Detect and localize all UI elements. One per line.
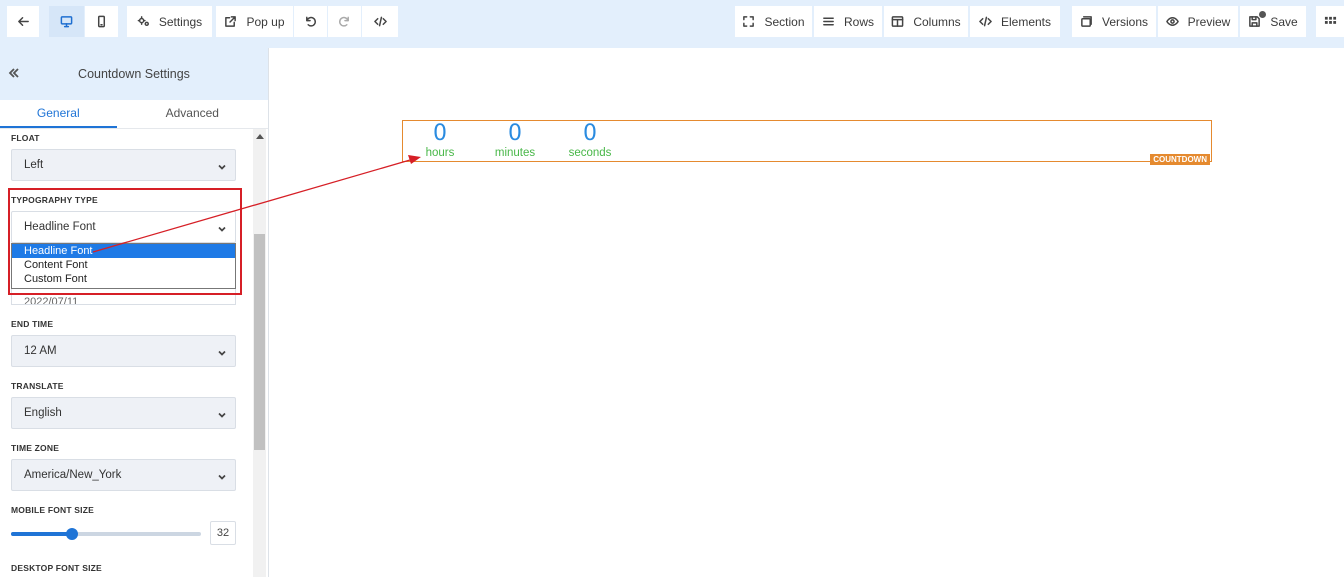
double-chevron-left-icon — [8, 68, 19, 78]
scroll-up-arrow-icon[interactable] — [256, 134, 264, 139]
annotation-highlight-box — [8, 188, 242, 295]
panel-scrollbar[interactable] — [253, 129, 266, 577]
editor-canvas: 0 hours 0 minutes 0 seconds COUNTDOWN — [269, 48, 1344, 577]
collapse-panel-button[interactable] — [7, 66, 21, 80]
mobile-font-size-slider[interactable] — [11, 528, 201, 540]
hours-label: hours — [425, 147, 455, 159]
desktop-icon — [60, 16, 73, 28]
translate-value: English — [24, 407, 62, 419]
seconds-label: seconds — [568, 147, 612, 159]
end-date-value: 2022/07/11 — [24, 296, 79, 305]
panel-header: Countdown Settings — [0, 48, 268, 100]
scrollbar-thumb[interactable] — [254, 234, 265, 450]
popup-label: Pop up — [246, 14, 285, 29]
time-zone-label: TIME ZONE — [11, 443, 60, 453]
float-label: FLOAT — [11, 133, 40, 143]
mobile-font-size-input[interactable]: 32 — [210, 521, 236, 545]
settings-panel: Countdown Settings General Advanced FLOA… — [0, 48, 269, 577]
top-toolbar: Settings Pop up Section Rows Columns Ele… — [0, 0, 1344, 48]
back-button[interactable] — [7, 6, 39, 37]
slider-handle[interactable] — [65, 528, 78, 540]
end-time-value: 12 AM — [24, 345, 57, 357]
undo-icon — [306, 16, 316, 27]
mobile-font-size-label: MOBILE FONT SIZE — [11, 505, 95, 515]
section-label: Section — [764, 14, 805, 29]
end-time-label: END TIME — [11, 319, 54, 329]
undo-button[interactable] — [294, 6, 327, 37]
settings-scroll-area: FLOAT Left TYPOGRAPHY TYPE Headline Font… — [0, 129, 268, 577]
hours-number: 0 — [433, 121, 447, 146]
countdown-element-badge: COUNTDOWN — [1150, 154, 1210, 165]
columns-label: Columns — [913, 14, 961, 29]
panel-tabs: General Advanced — [0, 100, 268, 129]
eye-icon — [1165, 17, 1179, 26]
desktop-font-size-label: DESKTOP FONT SIZE — [11, 563, 102, 573]
settings-label: Settings — [158, 14, 203, 29]
float-select[interactable]: Left — [11, 149, 236, 181]
desktop-view-button[interactable] — [49, 6, 84, 37]
elements-label: Elements — [1000, 14, 1052, 29]
code-icon — [373, 16, 387, 27]
tab-advanced[interactable]: Advanced — [117, 100, 268, 128]
external-link-icon — [225, 16, 237, 27]
rows-label: Rows — [843, 14, 874, 29]
versions-label: Versions — [1101, 14, 1149, 29]
unsaved-indicator — [1259, 11, 1266, 18]
minutes-number: 0 — [508, 121, 522, 146]
countdown-seconds: 0 seconds — [560, 121, 620, 159]
columns-icon — [891, 16, 904, 27]
chevron-down-icon — [218, 472, 226, 480]
minutes-label: minutes — [494, 147, 536, 159]
mobile-icon — [97, 15, 106, 28]
countdown-minutes: 0 minutes — [485, 121, 545, 159]
seconds-number: 0 — [583, 121, 597, 146]
preview-label: Preview — [1187, 14, 1231, 29]
arrow-left-icon — [17, 17, 29, 26]
panel-title: Countdown Settings — [78, 67, 190, 81]
translate-label: TRANSLATE — [11, 381, 64, 391]
grid-icon — [1324, 16, 1336, 24]
chevron-down-icon — [218, 348, 226, 356]
time-zone-select[interactable]: America/New_York — [11, 459, 236, 491]
translate-select[interactable]: English — [11, 397, 236, 429]
rows-icon — [823, 17, 834, 26]
countdown-hours: 0 hours — [410, 121, 470, 159]
redo-icon — [339, 16, 349, 27]
mobile-view-button[interactable] — [85, 6, 118, 37]
save-button[interactable]: Save — [1240, 6, 1306, 37]
end-time-select[interactable]: 12 AM — [11, 335, 236, 367]
versions-icon — [1081, 16, 1092, 27]
code-icon — [979, 16, 992, 27]
code-button[interactable] — [362, 6, 398, 37]
settings-button[interactable]: Settings — [127, 6, 212, 37]
chevron-down-icon — [218, 162, 226, 170]
countdown-element[interactable]: 0 hours 0 minutes 0 seconds COUNTDOWN — [402, 120, 1212, 165]
gears-icon — [137, 16, 149, 27]
redo-button[interactable] — [328, 6, 361, 37]
save-label: Save — [1270, 14, 1298, 29]
float-value: Left — [24, 159, 44, 171]
tab-general[interactable]: General — [0, 100, 117, 128]
chevron-down-icon — [218, 410, 226, 418]
slider-fill — [11, 532, 72, 536]
apps-menu-button[interactable] — [1316, 6, 1344, 37]
expand-icon — [743, 16, 755, 27]
popup-button[interactable]: Pop up — [216, 6, 293, 37]
preview-button[interactable]: Preview — [1158, 6, 1238, 37]
section-button[interactable]: Section — [735, 6, 812, 37]
elements-button[interactable]: Elements — [970, 6, 1060, 37]
rows-button[interactable]: Rows — [814, 6, 882, 37]
columns-button[interactable]: Columns — [884, 6, 968, 37]
versions-button[interactable]: Versions — [1072, 6, 1156, 37]
time-zone-value: America/New_York — [24, 469, 122, 481]
